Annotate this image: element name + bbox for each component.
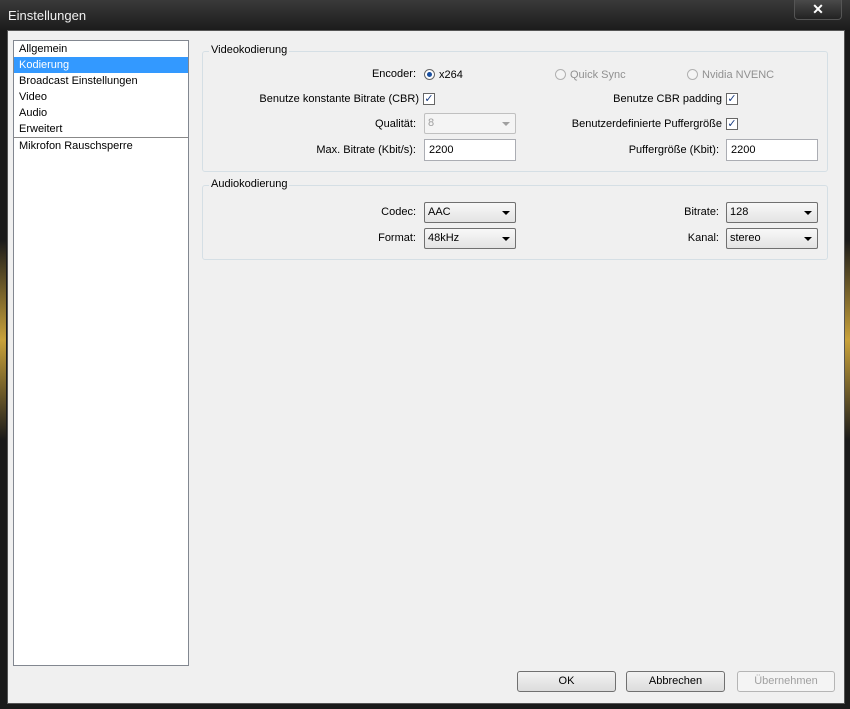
window-title: Einstellungen xyxy=(8,8,87,23)
bitrate-value: 128 xyxy=(730,206,749,218)
buffer-size-label: Puffergröße (Kbit): xyxy=(628,144,719,156)
chevron-down-icon xyxy=(804,237,812,241)
sidebar-item-erweitert[interactable]: Erweitert xyxy=(14,121,188,137)
codec-value: AAC xyxy=(428,206,451,218)
encoder-quicksync-radio xyxy=(555,69,566,80)
bitrate-select[interactable]: 128 xyxy=(726,202,818,223)
chevron-down-icon xyxy=(804,211,812,215)
channel-value: stereo xyxy=(730,232,761,244)
dialog-body: Allgemein Kodierung Broadcast Einstellun… xyxy=(7,30,845,704)
sidebar-item-audio[interactable]: Audio xyxy=(14,105,188,121)
sidebar-item-allgemein[interactable]: Allgemein xyxy=(14,41,188,57)
sidebar-item-rauschsperre[interactable]: Mikrofon Rauschsperre xyxy=(14,137,188,154)
chevron-down-icon xyxy=(502,122,510,126)
format-label: Format: xyxy=(378,232,416,244)
ok-button[interactable]: OK xyxy=(517,671,616,692)
quality-label: Qualität: xyxy=(375,118,416,130)
quality-select: 8 xyxy=(424,113,516,134)
chevron-down-icon xyxy=(502,237,510,241)
encoder-x264-radio[interactable] xyxy=(424,69,435,80)
cbr-checkbox[interactable]: ✓ xyxy=(423,93,435,105)
custom-buffer-label: Benutzerdefinierte Puffergröße xyxy=(571,118,722,130)
cbr-label: Benutze konstante Bitrate (CBR) xyxy=(259,93,419,105)
channel-select[interactable]: stereo xyxy=(726,228,818,249)
max-bitrate-label: Max. Bitrate (Kbit/s): xyxy=(316,144,416,156)
sidebar-item-video[interactable]: Video xyxy=(14,89,188,105)
format-select[interactable]: 48kHz xyxy=(424,228,516,249)
format-value: 48kHz xyxy=(428,232,460,244)
sidebar-item-kodierung[interactable]: Kodierung xyxy=(14,57,188,73)
buffer-size-input[interactable]: 2200 xyxy=(726,139,818,161)
custom-buffer-checkbox[interactable]: ✓ xyxy=(726,118,738,130)
cbr-padding-checkbox[interactable]: ✓ xyxy=(726,93,738,105)
audio-group-title: Audiokodierung xyxy=(209,178,290,190)
encoder-x264-label[interactable]: x264 xyxy=(439,69,463,81)
encoder-nvenc-label: Nvidia NVENC xyxy=(702,69,775,81)
quality-value: 8 xyxy=(428,117,435,129)
encoder-label: Encoder: xyxy=(371,68,416,80)
close-icon: ✕ xyxy=(812,1,824,17)
codec-select[interactable]: AAC xyxy=(424,202,516,223)
apply-button: Übernehmen xyxy=(737,671,835,692)
encoder-quicksync-label: Quick Sync xyxy=(570,69,626,81)
settings-category-list[interactable]: Allgemein Kodierung Broadcast Einstellun… xyxy=(13,40,189,666)
video-group-title: Videokodierung xyxy=(209,44,290,56)
encoder-nvenc-radio xyxy=(687,69,698,80)
title-bar[interactable]: Einstellungen ✕ xyxy=(0,0,850,30)
left-edge-glow xyxy=(0,240,6,440)
chevron-down-icon xyxy=(502,211,510,215)
cbr-padding-label: Benutze CBR padding xyxy=(613,93,722,105)
max-bitrate-input[interactable]: 2200 xyxy=(424,139,516,161)
cancel-button[interactable]: Abbrechen xyxy=(626,671,725,692)
close-button[interactable]: ✕ xyxy=(794,0,842,20)
bitrate-label: Bitrate: xyxy=(684,206,719,218)
codec-label: Codec: xyxy=(381,206,416,218)
channel-label: Kanal: xyxy=(687,232,719,244)
sidebar-item-broadcast[interactable]: Broadcast Einstellungen xyxy=(14,73,188,89)
